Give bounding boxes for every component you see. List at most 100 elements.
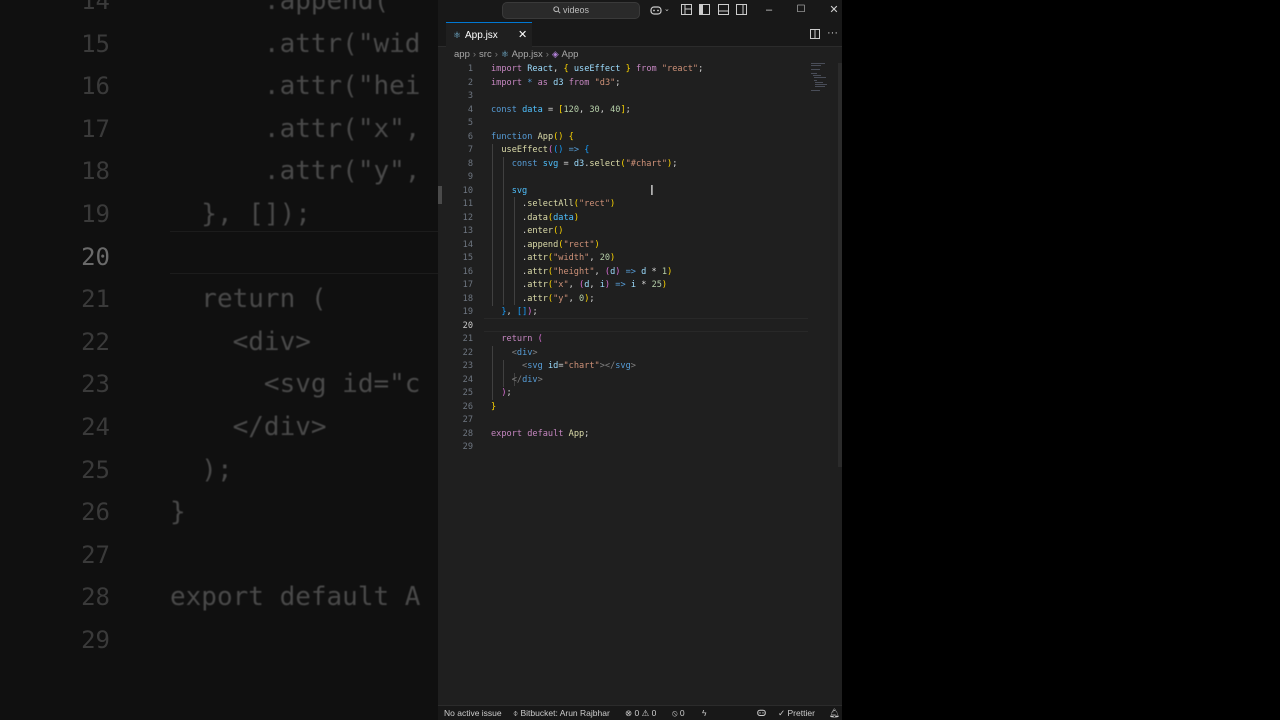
- toggle-panel-icon[interactable]: [718, 4, 730, 16]
- background-line-number: 28: [81, 583, 110, 612]
- code-line-16: .attr("height", (d) => d * 1): [491, 266, 673, 277]
- line-number: 19: [462, 307, 473, 317]
- sash-handle[interactable]: [438, 186, 442, 204]
- maximize-button[interactable]: ☐: [794, 3, 808, 17]
- search-label: videos: [562, 5, 589, 15]
- line-number: 28: [462, 428, 473, 439]
- line-number: 12: [462, 212, 473, 223]
- breadcrumb-item-app[interactable]: app: [454, 49, 470, 60]
- toggle-secondary-sidebar-icon[interactable]: [736, 4, 748, 16]
- background-line-number: 21: [81, 285, 110, 314]
- close-tab-icon[interactable]: ✕: [518, 28, 527, 41]
- background-code-text: </div>: [170, 412, 327, 442]
- command-center-search[interactable]: videos: [502, 2, 640, 19]
- background-code-text: .attr("hei: [170, 71, 421, 102]
- toggle-sidebar-icon[interactable]: [699, 4, 711, 16]
- tab-label: App.jsx: [465, 30, 498, 41]
- more-actions-icon[interactable]: ···: [827, 27, 838, 39]
- breadcrumb-item-symbol[interactable]: App: [561, 49, 578, 60]
- background-line-number: 24: [81, 413, 110, 441]
- code-line-17: .attr("x", (d, i) => i * 25): [491, 280, 668, 290]
- background-code-text: );: [170, 454, 233, 485]
- background-right: [842, 0, 1280, 720]
- line-number: 29: [462, 442, 473, 452]
- minimap[interactable]: [811, 63, 829, 93]
- chevron-right-icon: ›: [494, 49, 498, 60]
- background-code-row: 21 return (: [0, 278, 438, 320]
- breadcrumb-item-file[interactable]: App.jsx: [512, 49, 543, 60]
- line-number: 13: [462, 226, 473, 236]
- background-code-text: .attr("wid: [170, 28, 421, 59]
- symbol-component-icon: ◈: [551, 49, 559, 59]
- status-bitbucket-label: Bitbucket: Arun Rajbhar: [520, 708, 610, 718]
- background-code-row: 15 .attr("wid: [0, 23, 438, 65]
- background-line-number: 25: [81, 455, 110, 484]
- line-number: 10: [462, 185, 473, 196]
- code-line-26: }: [491, 401, 497, 412]
- status-ports[interactable]: ⦸ 0: [672, 708, 685, 719]
- ports-count: 0: [679, 708, 685, 718]
- background-code-text: export default A: [170, 582, 421, 613]
- line-number: 5: [467, 118, 473, 128]
- code-line-4: const data = [120, 30, 40];: [491, 104, 631, 115]
- background-code-row: 17 .attr("x",: [0, 108, 438, 150]
- background-line-number: 18: [81, 157, 110, 186]
- code-line-23: <svg id="chart"></svg>: [522, 361, 636, 371]
- background-line-number: 26: [81, 498, 110, 527]
- background-code-row: 20: [0, 236, 438, 278]
- background-code-row: 28 export default A: [0, 576, 438, 618]
- background-code-row: 24 </div>: [0, 406, 438, 448]
- code-line-14: .append("rect"): [491, 239, 600, 250]
- chevron-right-icon: ›: [472, 49, 477, 60]
- background-line-number: 16: [81, 72, 110, 101]
- status-prettier[interactable]: ✓ Prettier: [778, 708, 815, 719]
- line-number: 20: [462, 320, 473, 331]
- line-number: 14: [462, 239, 473, 250]
- background-code-row: 14 .append(": [0, 0, 438, 22]
- line-number: 16: [462, 266, 473, 277]
- background-code-text: .attr("x",: [170, 113, 421, 144]
- background-line-number: 20: [81, 242, 110, 271]
- warning-icon: ⚠: [641, 708, 650, 718]
- background-code-row: 29: [0, 619, 438, 661]
- code-line-10: svg: [511, 185, 528, 196]
- lightning-icon[interactable]: ϟ: [702, 708, 707, 718]
- line-number: 22: [462, 347, 473, 358]
- code-line-19: }, []);: [501, 307, 538, 317]
- line-number: 8: [467, 158, 473, 169]
- background-line-number: 27: [81, 540, 110, 569]
- layout-customize-icon[interactable]: [681, 4, 693, 16]
- code-editor[interactable]: 1 2 3 4 5 6 7 8 9 10 11 12 13 14 15 16 17 18 19 20 21 22 23 24 2…: [438, 63, 842, 703]
- code-line-25: );: [501, 388, 512, 398]
- background-code-text: }: [170, 497, 186, 528]
- copilot-icon[interactable]: [649, 4, 662, 16]
- vertical-scrollbar[interactable]: [838, 63, 842, 467]
- background-line-number: 22: [81, 327, 110, 356]
- status-problems[interactable]: ⊗ 0 ⚠ 0: [625, 708, 656, 719]
- background-line-number: 17: [81, 114, 110, 143]
- close-window-button[interactable]: ✕: [827, 3, 841, 17]
- status-bitbucket[interactable]: ⌽ Bitbucket: Arun Rajbhar: [513, 708, 610, 719]
- search-icon: [553, 5, 563, 15]
- copilot-status-icon[interactable]: [756, 708, 767, 719]
- tab-app-jsx[interactable]: ⚛ App.jsx ✕: [446, 22, 532, 47]
- breadcrumb-item-src[interactable]: src: [479, 49, 492, 60]
- current-line-highlight: [484, 318, 808, 332]
- minimize-button[interactable]: –: [762, 3, 776, 17]
- background-code-row: 26}: [0, 491, 438, 533]
- background-code-text: <div>: [170, 326, 311, 357]
- status-bar: No active issue ⌽ Bitbucket: Arun Rajbha…: [438, 705, 842, 720]
- chevron-down-icon[interactable]: ⌄: [664, 5, 670, 13]
- line-number: 21: [462, 334, 473, 344]
- notifications-bell-icon[interactable]: 🔔︎: [829, 708, 840, 719]
- background-code-row: 25 );: [0, 449, 438, 491]
- status-active-issue[interactable]: No active issue: [444, 708, 502, 718]
- split-editor-icon[interactable]: [810, 29, 820, 42]
- code-line-7: useEffect(() => {: [501, 145, 590, 155]
- line-number: 17: [462, 280, 473, 290]
- background-code-row: 16 .attr("hei: [0, 65, 438, 107]
- bitbucket-icon: ⌽: [513, 708, 519, 718]
- background-code-row: 23 <svg id="c: [0, 363, 438, 405]
- line-number: 4: [467, 104, 473, 115]
- background-line-number: 29: [81, 626, 110, 654]
